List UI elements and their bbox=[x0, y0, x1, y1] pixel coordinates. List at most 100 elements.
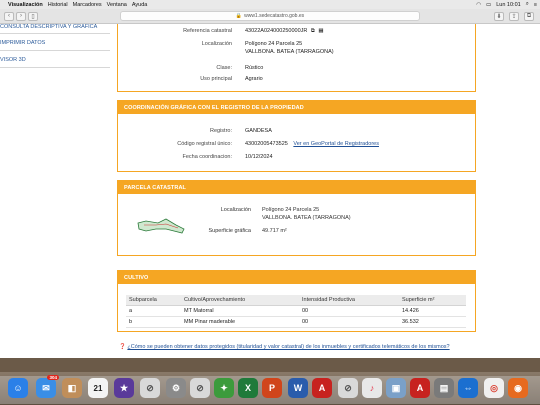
registry-header: COORDINACIÓN GRÁFICA CON EL REGISTRO DE … bbox=[118, 101, 475, 114]
cell-subparcela: a bbox=[126, 305, 181, 317]
back-button[interactable]: ‹ bbox=[4, 11, 14, 21]
parcel-area-value: 49.717 m² bbox=[262, 228, 287, 234]
sidebar-divider bbox=[0, 33, 110, 34]
menu-bar: Visualización Historial Marcadores Venta… bbox=[0, 0, 540, 9]
help-link[interactable]: ❓ ¿Cómo se pueden obtener datos protegid… bbox=[119, 344, 450, 350]
teamviewer-icon[interactable]: ⇔ bbox=[458, 378, 478, 398]
cell-cultivo: MM Pinar maderable bbox=[181, 316, 299, 328]
clock[interactable]: Lun 10:01 bbox=[496, 2, 520, 8]
col-intensidad: Intensidad Productiva bbox=[299, 295, 399, 306]
ref-value: 43022A024000250000JR ⧉ ▦ bbox=[245, 28, 324, 35]
menu-item-marcadores[interactable]: Marcadores bbox=[73, 2, 102, 8]
acrobat-2-icon[interactable]: A bbox=[410, 378, 430, 398]
cultivo-table: Subparcela Cultivo/Aprovechamiento Inten… bbox=[126, 295, 466, 328]
blocked-app-icon[interactable]: ⊘ bbox=[140, 378, 160, 398]
sidebar-item-visor-3d[interactable]: VISOR 3D bbox=[0, 57, 26, 63]
help-icon: ❓ bbox=[119, 344, 126, 350]
forward-button[interactable]: › bbox=[16, 11, 26, 21]
fecha-value: 10/12/2024 bbox=[245, 154, 273, 160]
menu-item-ventana[interactable]: Ventana bbox=[107, 2, 127, 8]
terminal-icon[interactable]: ▤ bbox=[434, 378, 454, 398]
col-subparcela: Subparcela bbox=[126, 295, 181, 306]
use-value: Agrario bbox=[245, 76, 263, 82]
copy-icon[interactable]: ⧉ bbox=[311, 28, 315, 34]
calendar-day: 21 bbox=[93, 383, 103, 393]
mail-icon[interactable]: ✉ 304 bbox=[36, 375, 59, 398]
cell-intensidad: 00 bbox=[299, 305, 399, 317]
registry-card: COORDINACIÓN GRÁFICA CON EL REGISTRO DE … bbox=[117, 100, 476, 172]
browser-toolbar: ‹ › ▯ 🔒 www1.sedecatastro.gob.es ⬇ ⇪ ⧉ bbox=[0, 9, 540, 24]
help-link-text[interactable]: ¿Cómo se pueden obtener datos protegidos… bbox=[127, 344, 449, 350]
parcel-card: PARCELA CATASTRAL Localización Polígono … bbox=[117, 180, 476, 256]
tabs-button[interactable]: ⧉ bbox=[524, 12, 534, 21]
word-icon[interactable]: W bbox=[288, 378, 308, 398]
cru-value: 43002005473525 Ver en GeoPortal de Regis… bbox=[245, 141, 379, 147]
class-label: Clase: bbox=[216, 65, 232, 71]
parcel-loc-label: Localización bbox=[220, 207, 251, 213]
registro-value: GANDESA bbox=[245, 128, 272, 134]
loc-line1: Polígono 24 Parcela 25 bbox=[245, 41, 303, 47]
music-icon[interactable]: ♪ bbox=[362, 378, 382, 398]
col-cultivo: Cultivo/Aprovechamiento bbox=[181, 295, 299, 306]
powerpoint-icon[interactable]: P bbox=[262, 378, 282, 398]
sidebar-divider bbox=[0, 50, 110, 51]
blocked-app-2-icon[interactable]: ⊘ bbox=[190, 378, 210, 398]
use-label: Uso principal bbox=[200, 76, 232, 82]
ref-label: Referencia catastral bbox=[183, 28, 232, 34]
cell-cultivo: MT Matorral bbox=[181, 305, 299, 317]
calendar-icon[interactable]: 21 bbox=[88, 378, 108, 398]
ref-value-text: 43022A024000250000JR bbox=[245, 28, 308, 34]
class-value: Rústico bbox=[245, 65, 264, 71]
sidebar-item-imprimir[interactable]: IMPRIMIR DATOS bbox=[0, 40, 45, 46]
cru-label: Código registral único: bbox=[177, 141, 232, 147]
imovie-icon[interactable]: ★ bbox=[114, 378, 134, 398]
table-row: a MT Matorral 00 14.426 bbox=[126, 305, 466, 317]
cru-value-text: 43002005473525 bbox=[245, 141, 288, 147]
preview-icon[interactable]: ▣ bbox=[386, 378, 406, 398]
parcel-area-label: Superficie gráfica bbox=[208, 228, 252, 234]
sidebar-divider bbox=[0, 67, 110, 68]
lock-icon: 🔒 bbox=[235, 13, 243, 19]
system-preferences-icon[interactable]: ⚙ bbox=[166, 378, 186, 398]
address-bar[interactable]: 🔒 www1.sedecatastro.gob.es bbox=[120, 11, 420, 21]
loc-label: Localización bbox=[201, 41, 232, 47]
dock: ☺ ✉ 304 ◧ 21 ★ ⊘ ⚙ ⊘ ✦ X P W A ⊘ ♪ ▣ A ▤ … bbox=[0, 372, 540, 405]
property-details-card: Referencia catastral 43022A024000250000J… bbox=[117, 24, 476, 92]
battery-icon[interactable]: ▭ bbox=[486, 2, 491, 8]
parcel-header: PARCELA CATASTRAL bbox=[118, 181, 475, 194]
contacts-icon[interactable]: ◧ bbox=[62, 378, 82, 398]
excel-icon[interactable]: X bbox=[238, 378, 258, 398]
wifi-icon[interactable]: ◠ bbox=[476, 2, 481, 8]
registro-label: Registro: bbox=[209, 128, 232, 134]
share-button[interactable]: ⇪ bbox=[509, 12, 519, 21]
parcel-loc-line1: Polígono 24 Parcela 25 bbox=[262, 207, 320, 213]
col-superficie: Superficie m² bbox=[399, 295, 466, 306]
download-button[interactable]: ⬇ bbox=[494, 12, 504, 21]
parcel-loc-line2: VALLBONA. BATEA (TARRAGONA) bbox=[262, 215, 351, 221]
qr-icon[interactable]: ▦ bbox=[318, 28, 323, 34]
cell-subparcela: b bbox=[126, 316, 181, 328]
table-row: b MM Pinar maderable 00 36.532 bbox=[126, 316, 466, 328]
web-page: CONSULTA DESCRIPTIVA Y GRÁFICA IMPRIMIR … bbox=[0, 24, 540, 358]
cultivo-card: CULTIVO Subparcela Cultivo/Aprovechamien… bbox=[117, 270, 476, 332]
blocked-app-3-icon[interactable]: ⊘ bbox=[338, 378, 358, 398]
menu-item-visualizacion[interactable]: Visualización bbox=[8, 2, 43, 8]
sidebar-toggle-button[interactable]: ▯ bbox=[28, 11, 38, 21]
menu-list-icon[interactable]: ≡ bbox=[534, 2, 537, 8]
fecha-label: Fecha coordinacion: bbox=[182, 154, 232, 160]
firefox-icon[interactable]: ◉ bbox=[508, 378, 528, 398]
search-icon[interactable]: ⌕ bbox=[526, 1, 529, 8]
sidebar-item-consulta[interactable]: CONSULTA DESCRIPTIVA Y GRÁFICA bbox=[0, 24, 97, 30]
menu-item-historial[interactable]: Historial bbox=[48, 2, 68, 8]
table-header-row: Subparcela Cultivo/Aprovechamiento Inten… bbox=[126, 295, 466, 306]
cultivo-header: CULTIVO bbox=[118, 271, 475, 284]
menu-item-ayuda[interactable]: Ayuda bbox=[132, 2, 148, 8]
chrome-alt-icon[interactable]: ✦ bbox=[214, 378, 234, 398]
cell-intensidad: 00 bbox=[299, 316, 399, 328]
acrobat-icon[interactable]: A bbox=[312, 378, 332, 398]
url-text: www1.sedecatastro.gob.es bbox=[244, 13, 305, 19]
chrome-icon[interactable]: ◎ bbox=[484, 378, 504, 398]
finder-icon[interactable]: ☺ bbox=[8, 378, 28, 398]
geoportal-link[interactable]: Ver en GeoPortal de Registradores bbox=[293, 141, 379, 147]
cell-superficie: 36.532 bbox=[399, 316, 466, 328]
